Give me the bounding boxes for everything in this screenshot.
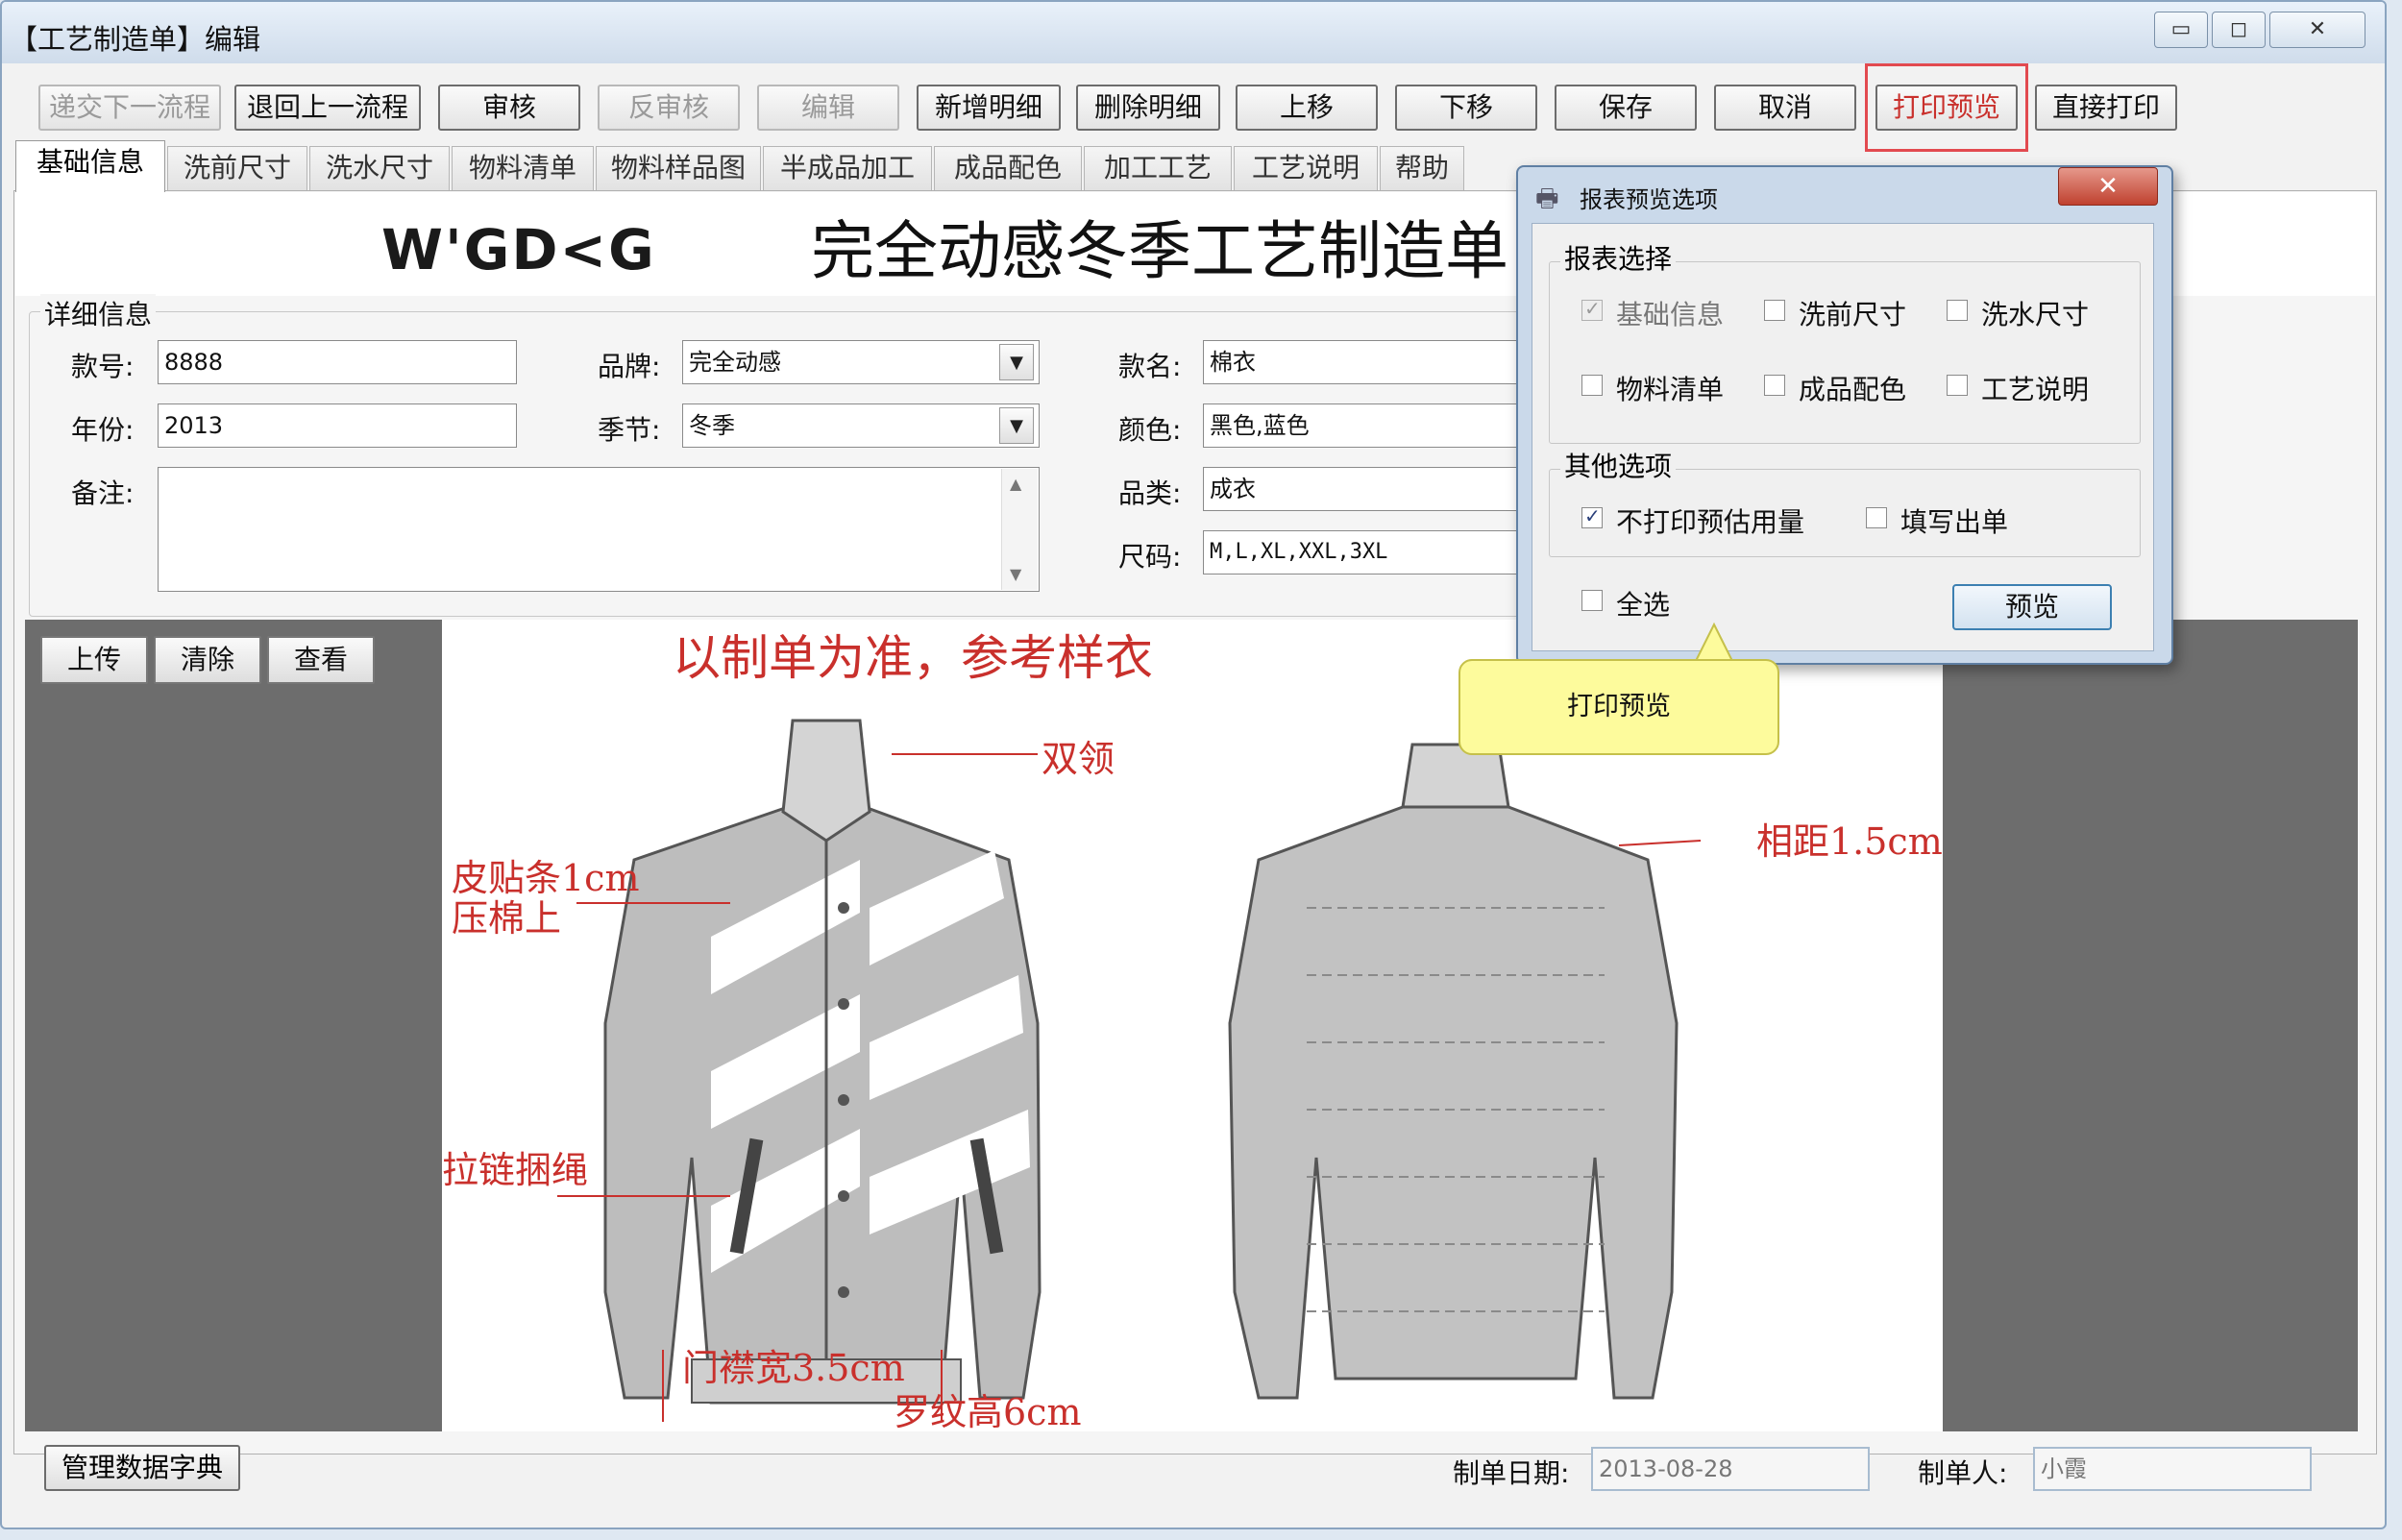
material-list-option: 物料清单: [1616, 374, 1725, 405]
direct-print-button[interactable]: 直接打印: [2035, 85, 2177, 131]
close-icon[interactable]: ✕: [2269, 12, 2365, 48]
spacing-note: 相距1.5cm: [1756, 820, 1943, 863]
return-prev-button[interactable]: 退回上一流程: [234, 85, 421, 131]
scroll-up-icon[interactable]: ▲: [1010, 475, 1021, 493]
fill-order-option: 填写出单: [1900, 506, 2009, 538]
clear-button[interactable]: 清除: [154, 636, 261, 684]
finished-color-checkbox[interactable]: [1764, 375, 1785, 396]
pre-wash-size-option: 洗前尺寸: [1799, 299, 1907, 330]
color-input[interactable]: 黑色,蓝色: [1203, 403, 1549, 448]
dialog-title: 报表预览选项: [1580, 186, 1718, 213]
print-preview-highlight: [1865, 63, 2028, 152]
style-name-label: 款名:: [1118, 351, 1182, 382]
manage-dictionary-button[interactable]: 管理数据字典: [44, 1445, 240, 1491]
move-up-button[interactable]: 上移: [1236, 85, 1378, 131]
chevron-down-icon[interactable]: ▼: [999, 344, 1034, 380]
maximize-icon[interactable]: ◻: [2212, 12, 2266, 48]
minimize-icon[interactable]: ▭: [2154, 12, 2208, 48]
placket-note: 门襟宽3.5cm: [682, 1347, 905, 1389]
process-notes-option: 工艺说明: [1981, 374, 2090, 405]
tab-material-sample[interactable]: 物料样品图: [596, 146, 761, 190]
brand-label: 品牌:: [598, 351, 661, 382]
style-no-input[interactable]: 8888: [158, 340, 517, 384]
year-label: 年份:: [71, 414, 135, 446]
remark-scrollbar[interactable]: ▲ ▼: [1001, 469, 1038, 590]
date-label: 制单日期:: [1453, 1457, 1570, 1489]
tab-process[interactable]: 加工工艺: [1084, 146, 1232, 190]
season-select[interactable]: 冬季: [682, 403, 1040, 448]
season-label: 季节:: [598, 414, 661, 446]
upload-button[interactable]: 上传: [40, 636, 148, 684]
rib-note: 罗纹高6cm: [894, 1391, 1082, 1433]
chevron-down-icon[interactable]: ▼: [999, 407, 1034, 444]
no-estimate-option: 不打印预估用量: [1616, 506, 1805, 538]
add-detail-button[interactable]: 新增明细: [917, 85, 1061, 131]
page-title: 完全动感冬季工艺制造单: [811, 214, 1508, 288]
report-select-label: 报表选择: [1560, 238, 1677, 277]
select-all-checkbox[interactable]: [1581, 590, 1603, 611]
category-label: 品类:: [1118, 477, 1182, 509]
tab-pre-wash-size[interactable]: 洗前尺寸: [167, 146, 307, 190]
unapprove-button[interactable]: 反审核: [598, 85, 740, 131]
wash-size-option: 洗水尺寸: [1981, 299, 2090, 330]
remark-textarea[interactable]: [158, 467, 1040, 592]
tab-semi-finished[interactable]: 半成品加工: [763, 146, 932, 190]
maker-label: 制单人:: [1918, 1457, 2008, 1489]
save-button[interactable]: 保存: [1555, 85, 1697, 131]
size-label: 尺码:: [1118, 541, 1182, 573]
brand-logo: W'GD<G: [381, 217, 656, 282]
material-list-checkbox[interactable]: [1581, 375, 1603, 396]
zipper-note: 拉链捆绳: [442, 1149, 589, 1191]
move-down-button[interactable]: 下移: [1395, 85, 1537, 131]
select-all-option: 全选: [1616, 589, 1671, 621]
remark-label: 备注:: [71, 477, 135, 509]
other-options-label: 其他选项: [1560, 446, 1677, 484]
submit-next-button[interactable]: 递交下一流程: [38, 85, 221, 131]
year-input[interactable]: 2013: [158, 403, 517, 448]
process-notes-checkbox[interactable]: [1947, 375, 1968, 396]
tab-material-list[interactable]: 物料清单: [452, 146, 594, 190]
maker-field: 小霞: [2033, 1447, 2312, 1491]
press-note: 压棉上: [452, 897, 562, 940]
print-preview-tooltip: 打印预览: [1458, 659, 1779, 755]
pre-wash-size-checkbox[interactable]: [1764, 300, 1785, 321]
title-bar[interactable]: [2, 2, 2385, 63]
sketch-note: 以制单为准，参考样衣: [673, 630, 1153, 686]
scroll-down-icon[interactable]: ▼: [1010, 565, 1021, 583]
tab-finished-color[interactable]: 成品配色: [934, 146, 1082, 190]
delete-detail-button[interactable]: 删除明细: [1076, 85, 1220, 131]
fill-order-checkbox[interactable]: [1866, 507, 1887, 528]
window-title: 【工艺制造单】编辑: [10, 23, 261, 56]
date-field: 2013-08-28: [1591, 1447, 1870, 1491]
color-label: 颜色:: [1118, 414, 1182, 446]
edit-button[interactable]: 编辑: [757, 85, 899, 131]
style-no-label: 款号:: [71, 351, 135, 382]
category-input[interactable]: 成衣: [1203, 467, 1549, 511]
size-input[interactable]: M,L,XL,XXL,3XL: [1203, 530, 1549, 574]
printer-icon: 🖶: [1535, 184, 1559, 213]
basic-info-checkbox[interactable]: [1581, 297, 1603, 321]
tab-process-notes[interactable]: 工艺说明: [1234, 146, 1378, 190]
approve-button[interactable]: 审核: [438, 85, 580, 131]
tab-help[interactable]: 帮助: [1380, 146, 1464, 190]
view-button[interactable]: 查看: [267, 636, 375, 684]
brand-select[interactable]: 完全动感: [682, 340, 1040, 384]
tab-wash-size[interactable]: 洗水尺寸: [309, 146, 450, 190]
wash-size-checkbox[interactable]: [1947, 300, 1968, 321]
report-select-group: [1549, 261, 2141, 444]
basic-info-option: 基础信息: [1616, 299, 1725, 330]
details-group-label: 详细信息: [40, 294, 157, 332]
dialog-close-button[interactable]: ✕: [2058, 167, 2158, 206]
finished-color-option: 成品配色: [1799, 374, 1907, 405]
style-name-input[interactable]: 棉衣: [1203, 340, 1549, 384]
preview-button[interactable]: 预览: [1952, 584, 2112, 630]
no-estimate-checkbox[interactable]: [1581, 504, 1603, 528]
tab-basic-info[interactable]: 基础信息: [15, 140, 165, 192]
collar-note: 双领: [1042, 738, 1115, 780]
cancel-button[interactable]: 取消: [1714, 85, 1856, 131]
